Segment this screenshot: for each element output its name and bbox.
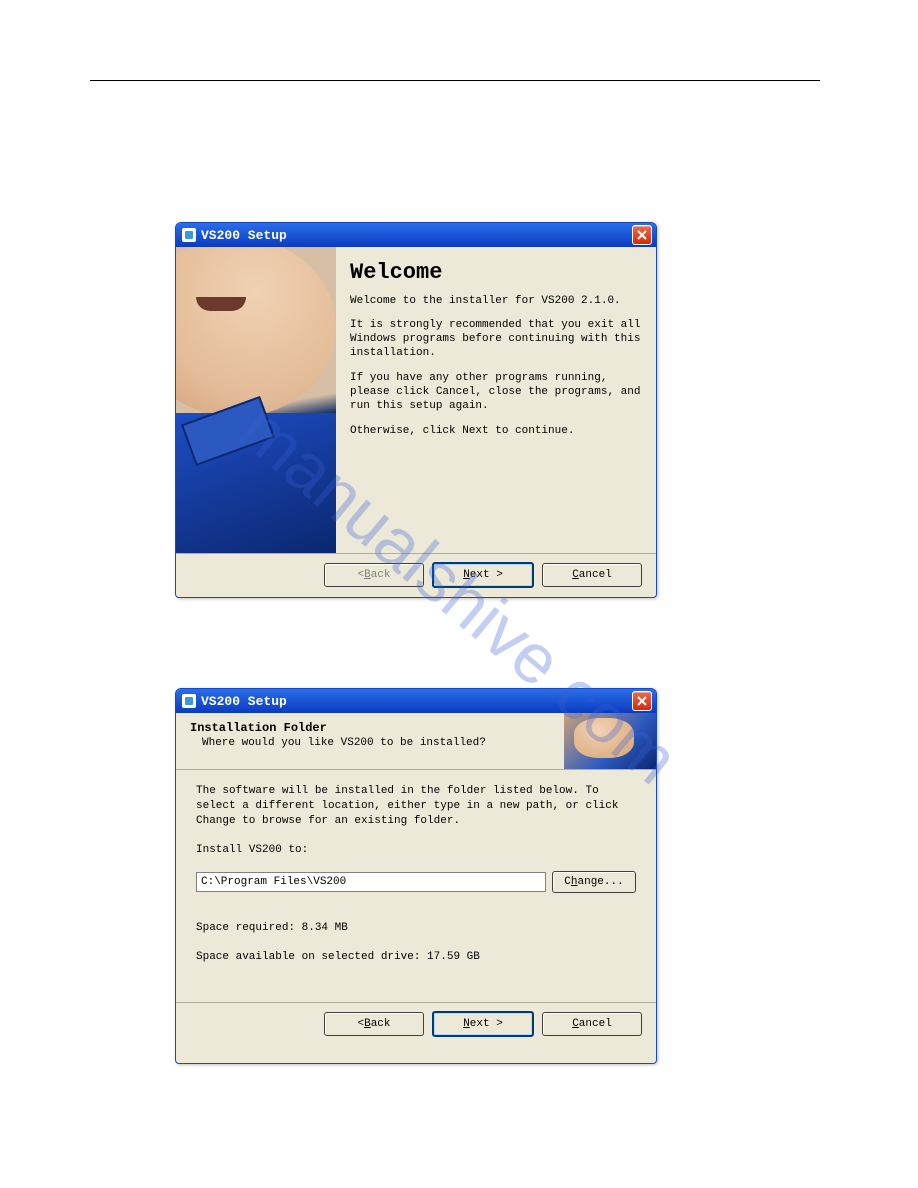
setup-dialog-folder: VS200 Setup Installation Folder Where wo… bbox=[175, 688, 657, 1064]
install-to-label: Install VS200 to: bbox=[196, 843, 636, 858]
dialog-body: The software will be installed in the fo… bbox=[176, 770, 656, 1002]
welcome-p1: Welcome to the installer for VS200 2.1.0… bbox=[350, 294, 642, 308]
next-button[interactable]: Next > bbox=[432, 562, 534, 588]
change-button[interactable]: Change... bbox=[552, 871, 636, 893]
next-button[interactable]: Next > bbox=[432, 1011, 534, 1037]
space-required: Space required: 8.34 MB bbox=[196, 921, 636, 936]
back-button: < Back bbox=[324, 563, 424, 587]
wizard-side-image bbox=[176, 247, 336, 553]
titlebar[interactable]: VS200 Setup bbox=[176, 223, 656, 247]
close-icon bbox=[637, 696, 647, 706]
close-button[interactable] bbox=[632, 691, 652, 711]
welcome-p3: If you have any other programs running, … bbox=[350, 371, 642, 414]
setup-icon bbox=[182, 228, 196, 242]
button-bar: < Back Next > Cancel bbox=[176, 1002, 656, 1045]
setup-dialog-welcome: VS200 Setup Welcome Welcome to the insta… bbox=[175, 222, 657, 598]
welcome-p2: It is strongly recommended that you exit… bbox=[350, 318, 642, 361]
welcome-heading: Welcome bbox=[350, 259, 642, 288]
page-top-rule bbox=[90, 80, 820, 81]
header-image bbox=[564, 713, 656, 769]
dialog-body: Welcome Welcome to the installer for VS2… bbox=[176, 247, 656, 553]
close-icon bbox=[637, 230, 647, 240]
titlebar[interactable]: VS200 Setup bbox=[176, 689, 656, 713]
header-title: Installation Folder bbox=[190, 721, 552, 735]
folder-instructions: The software will be installed in the fo… bbox=[196, 784, 636, 829]
back-button[interactable]: < Back bbox=[324, 1012, 424, 1036]
header-subtitle: Where would you like VS200 to be install… bbox=[202, 737, 552, 749]
setup-icon bbox=[182, 694, 196, 708]
path-row: C:\Program Files\VS200 Change... bbox=[196, 871, 636, 893]
button-bar: < Back Next > Cancel bbox=[176, 553, 656, 596]
cancel-button[interactable]: Cancel bbox=[542, 1012, 642, 1036]
close-button[interactable] bbox=[632, 225, 652, 245]
dialog-header: Installation Folder Where would you like… bbox=[176, 713, 656, 770]
welcome-content: Welcome Welcome to the installer for VS2… bbox=[336, 247, 656, 553]
cancel-button[interactable]: Cancel bbox=[542, 563, 642, 587]
install-path-input[interactable]: C:\Program Files\VS200 bbox=[196, 872, 546, 892]
space-available: Space available on selected drive: 17.59… bbox=[196, 950, 636, 965]
welcome-p4: Otherwise, click Next to continue. bbox=[350, 424, 642, 438]
window-title: VS200 Setup bbox=[201, 228, 287, 243]
window-title: VS200 Setup bbox=[201, 694, 287, 709]
